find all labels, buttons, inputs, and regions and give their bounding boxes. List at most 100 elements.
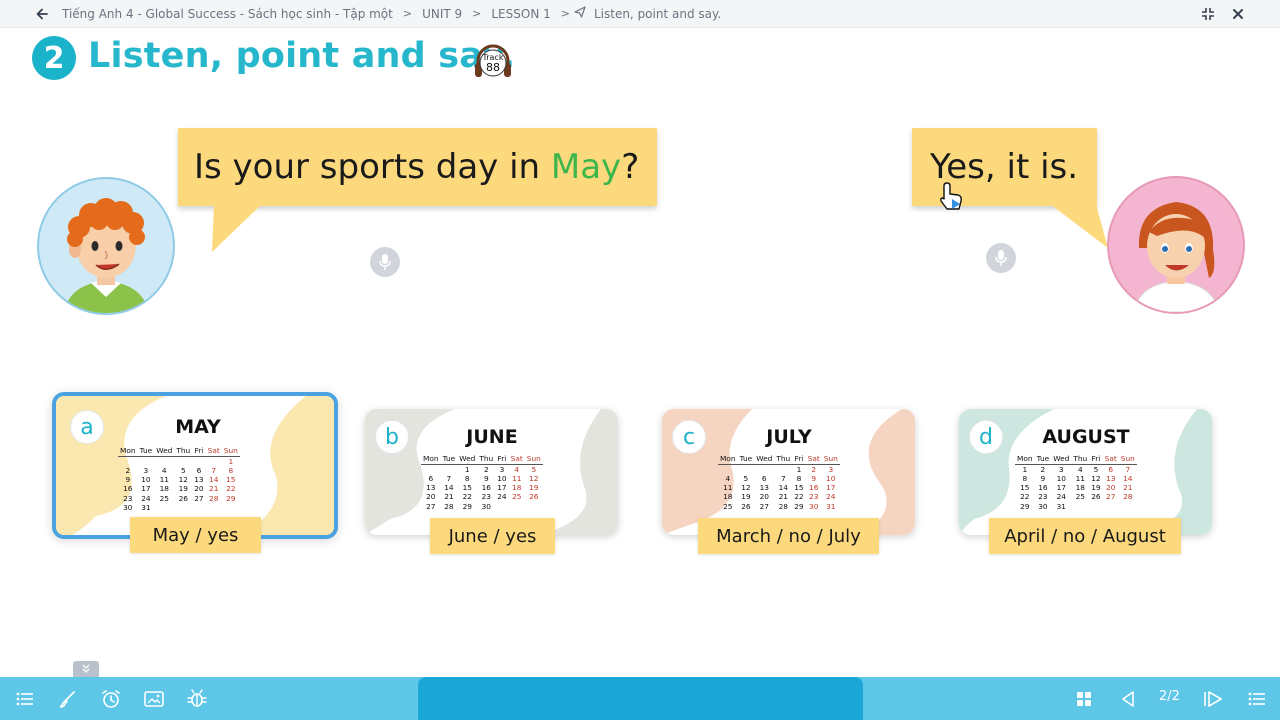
calendar-day	[222, 503, 240, 512]
calendar-day: 20	[1106, 483, 1116, 493]
weekday-header: Sat	[1102, 454, 1119, 465]
calendar-day: 10	[141, 475, 151, 485]
calendar-table: Mon Tue Wed Thu Fri Sat Sun 1 2 3 4 5 6 7 8 9 10 11 12 13 14…	[421, 454, 543, 511]
calendar-day: 23	[481, 492, 491, 502]
card-c-july[interactable]: c JULY Mon Tue Wed Thu Fri Sat Sun 1 2 3 4 5 6 7 8 9 10 1…	[662, 409, 915, 535]
close-icon[interactable]	[1228, 4, 1248, 24]
image-icon[interactable]	[143, 688, 165, 710]
breadcrumb-unit[interactable]: UNIT 9	[422, 7, 462, 21]
calendar-day	[509, 502, 525, 511]
calendar-day: 17	[141, 484, 151, 494]
calendar-day: 14	[444, 483, 454, 493]
grid-icon[interactable]	[1073, 688, 1095, 710]
calendar-day: 29	[226, 493, 236, 503]
calendar-day: 14	[209, 475, 219, 485]
collapse-toolbar-handle[interactable]	[73, 661, 99, 677]
calendar-day: 16	[123, 484, 133, 494]
question-highlight-word: May	[550, 147, 622, 187]
weekday-header: Sun	[221, 446, 240, 457]
question-text-suffix: ?	[621, 147, 640, 187]
calendar-day: 15	[1020, 483, 1030, 493]
page-indicator: 2/2	[1159, 689, 1180, 704]
calendar-day: 17	[826, 483, 836, 493]
calendar-day: 24	[1056, 492, 1066, 502]
answer-option-a[interactable]: May / yes	[130, 517, 261, 553]
calendar-day: 1	[464, 465, 470, 474]
calendar-day	[441, 465, 458, 475]
calendar-day: 8	[228, 466, 234, 476]
weekday-header: Wed	[754, 454, 775, 465]
calendar-day: 19	[178, 484, 188, 494]
weekday-header: Wed	[154, 446, 175, 457]
calendar-day: 7	[446, 474, 452, 484]
prev-icon[interactable]	[1117, 688, 1139, 710]
compress-icon[interactable]	[1198, 4, 1218, 24]
answer-option-b[interactable]: June / yes	[430, 518, 555, 554]
card-d-august[interactable]: d AUGUST Mon Tue Wed Thu Fri Sat Sun 1 2 3 4 5 6 7 8 9 1…	[959, 409, 1212, 535]
weekday-header: Mon	[421, 454, 441, 465]
weekday-header: Tue	[1034, 454, 1052, 465]
weekday-header: Tue	[137, 446, 155, 457]
bug-icon[interactable]	[186, 688, 208, 710]
calendar-day: 28	[778, 501, 788, 511]
microphone-icon[interactable]	[370, 247, 400, 277]
weekday-header: Fri	[792, 454, 806, 465]
alarm-clock-icon[interactable]	[100, 688, 122, 710]
calendar-day: 13	[426, 483, 436, 493]
breadcrumb-lesson[interactable]: LESSON 1	[491, 7, 550, 21]
calendar-day: 30	[809, 501, 819, 511]
calendar-day	[138, 457, 155, 467]
calendar-day: 30	[481, 501, 491, 511]
calendar-day: 7	[1125, 465, 1131, 474]
calendar-day: 23	[809, 492, 819, 502]
calendar-day: 26	[529, 492, 539, 502]
calendar-day	[495, 502, 508, 511]
calendar-day: 31	[141, 502, 151, 512]
calendar-day	[1071, 502, 1089, 511]
calendar-day	[421, 465, 441, 475]
card-month-title: MAY	[175, 416, 221, 438]
calendar-day: 16	[809, 483, 819, 493]
calendar-day: 8	[796, 474, 802, 484]
calendar-day	[154, 457, 174, 467]
calendar-day: 18	[159, 484, 169, 494]
breadcrumb-book[interactable]: Tiếng Anh 4 - Global Success - Sách học …	[62, 7, 393, 21]
menu-icon[interactable]	[14, 688, 36, 710]
breadcrumb: Tiếng Anh 4 - Global Success - Sách học …	[0, 0, 1280, 28]
brush-icon[interactable]	[57, 688, 79, 710]
calendar-day: 28	[1123, 492, 1133, 502]
calendar-day: 21	[1123, 483, 1133, 493]
calendar-day: 22	[226, 484, 236, 494]
calendar-day: 12	[178, 475, 188, 485]
calendar-day: 17	[497, 483, 507, 493]
answer-option-c[interactable]: March / no / July	[698, 518, 879, 554]
calendar-day: 2	[483, 465, 489, 474]
weekday-header: Sun	[1118, 454, 1137, 465]
calendar-day: 8	[1022, 474, 1028, 484]
weekday-header: Sat	[805, 454, 822, 465]
calendar-day: 10	[497, 474, 507, 484]
question-speech-bubble[interactable]: Is your sports day in May?	[178, 128, 657, 206]
calendar-table: Mon Tue Wed Thu Fri Sat Sun 1 2 3 4 5 6 7 8 9 10 11 12 13 14…	[718, 454, 840, 511]
weekday-header: Wed	[457, 454, 478, 465]
weekday-header: Thu	[174, 446, 193, 457]
calendar-day: 28	[209, 493, 219, 503]
back-arrow-icon[interactable]	[28, 0, 56, 28]
calendar-day: 5	[531, 465, 537, 474]
headphones-track-icon[interactable]: Track 88	[474, 42, 512, 80]
calendar-day: 21	[778, 492, 788, 502]
next-icon[interactable]	[1202, 688, 1224, 710]
exercise-number-badge: 2	[32, 36, 76, 80]
calendar-day: 16	[1038, 483, 1048, 493]
weekday-header: Tue	[440, 454, 458, 465]
calendar-day: 13	[1106, 474, 1116, 484]
calendar-day: 26	[178, 493, 188, 503]
menu-icon[interactable]	[1246, 688, 1268, 710]
weekday-header: Thu	[1071, 454, 1090, 465]
answer-bubble-tail	[1050, 204, 1108, 248]
calendar-day: 1	[796, 465, 802, 474]
card-b-june[interactable]: b JUNE Mon Tue Wed Thu Fri Sat Sun 1 2 3 4 5 6 7 8 9 10 1…	[365, 409, 618, 535]
double-chevron-down-icon	[82, 664, 90, 673]
answer-option-d[interactable]: April / no / August	[989, 518, 1181, 554]
microphone-icon[interactable]	[986, 243, 1016, 273]
